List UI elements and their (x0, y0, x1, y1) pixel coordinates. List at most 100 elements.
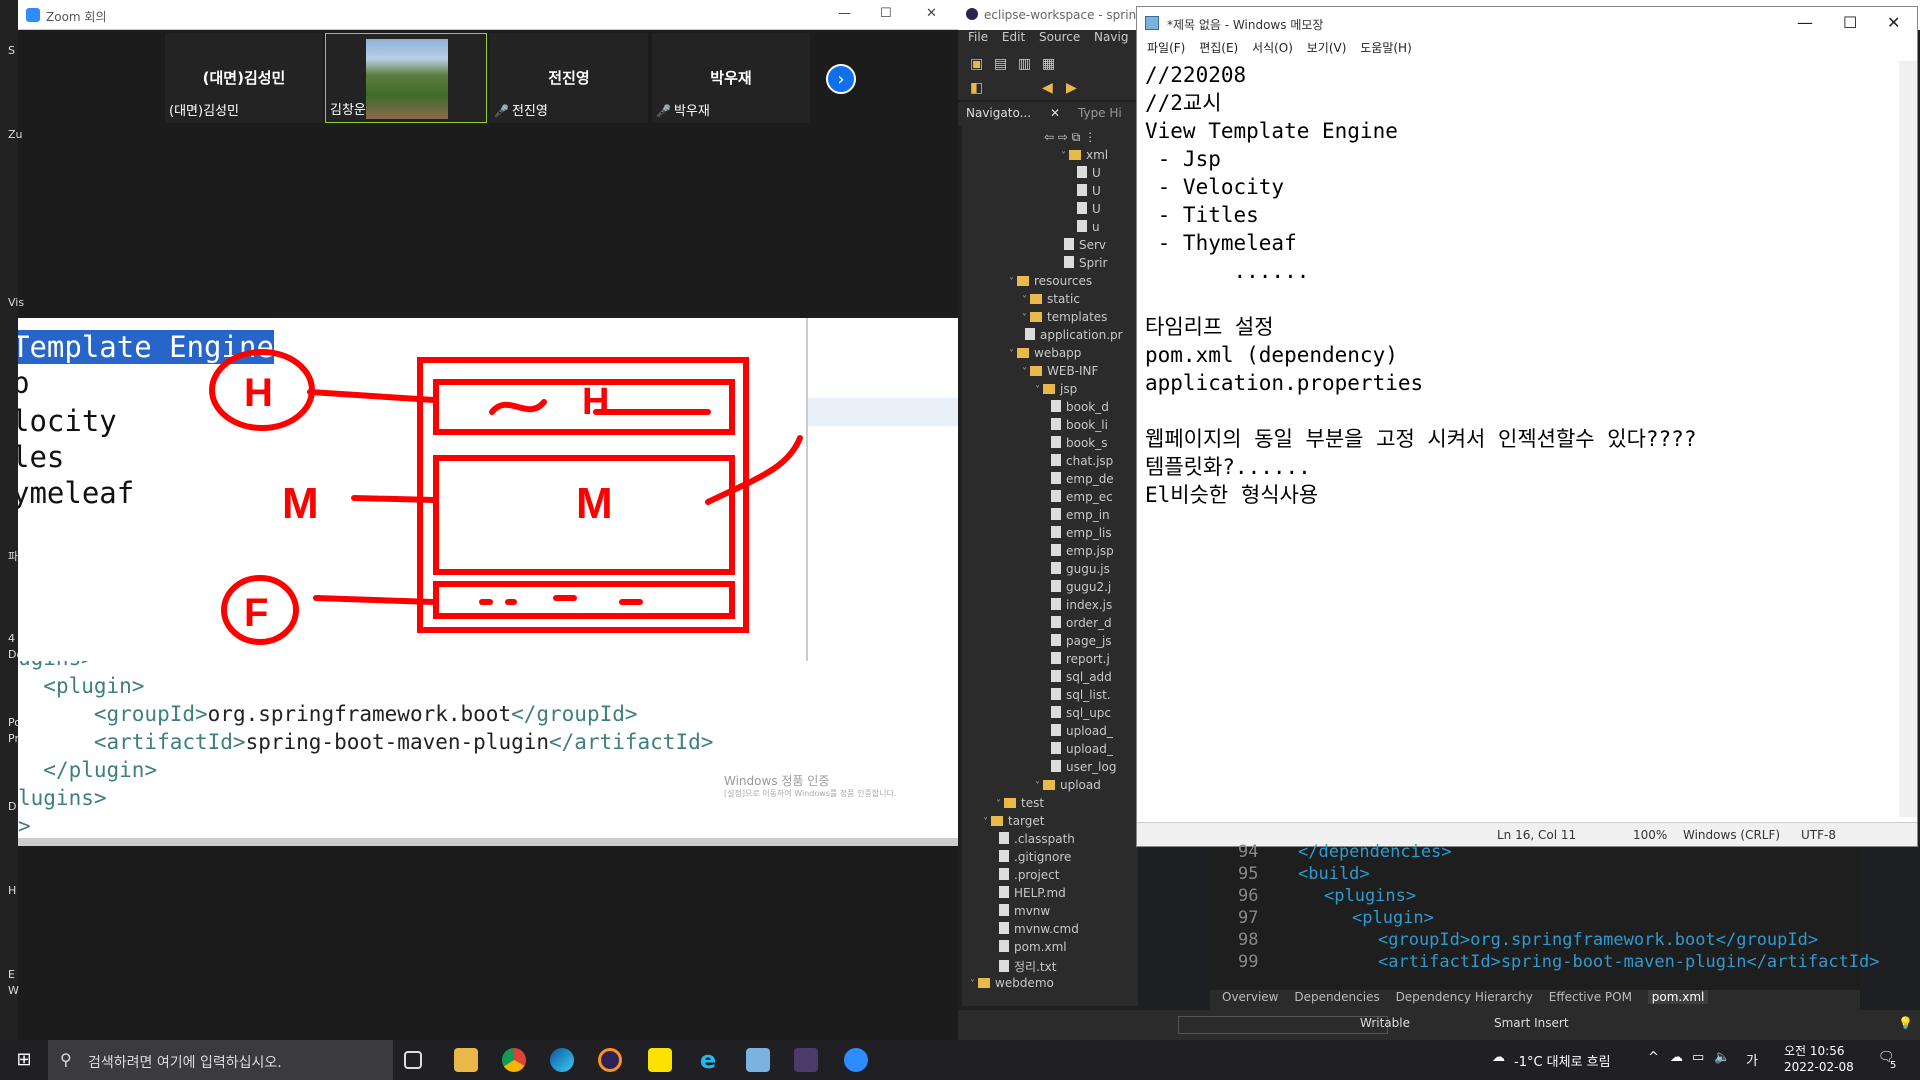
close-button[interactable]: ✕ (926, 6, 937, 21)
task-view-icon[interactable] (404, 1051, 422, 1069)
taskbar-search[interactable]: ⚲ 검색하려면 여기에 입력하십시오. (48, 1040, 393, 1080)
edge-icon[interactable] (550, 1048, 574, 1072)
chevron-down-icon[interactable]: ˅ (1035, 781, 1040, 792)
tab-dependencies[interactable]: Dependencies (1294, 990, 1379, 1004)
shared-screen-scrollbar[interactable] (18, 838, 958, 846)
tree-file[interactable]: mvnw.cmd (996, 922, 1079, 936)
tab-type-hierarchy[interactable]: Type Hi (1078, 106, 1122, 120)
network-icon[interactable]: ▭ (1692, 1050, 1704, 1065)
chevron-down-icon[interactable]: ˅ (1061, 151, 1066, 162)
weather-text[interactable]: -1°C 대체로 흐림 (1514, 1051, 1611, 1070)
tree-file[interactable]: application.pr (1022, 328, 1123, 342)
menu-source[interactable]: Source (1039, 30, 1080, 44)
tree-file[interactable]: u (1074, 220, 1100, 234)
tree-file[interactable]: sql_upc (1048, 706, 1111, 720)
save-all-icon[interactable]: ▥ (1018, 56, 1031, 72)
tree-file[interactable]: emp.jsp (1048, 544, 1114, 558)
participant-tile[interactable]: 박우재 🎤 박우재 (652, 33, 810, 123)
open-type-icon[interactable]: ◧ (970, 80, 983, 96)
maximize-button[interactable]: ☐ (1843, 13, 1857, 32)
tree-folder[interactable]: ˅ target (983, 814, 1045, 828)
tree-folder[interactable]: ˅ templates (1022, 310, 1107, 324)
tree-folder[interactable]: ˅ WEB-INF (1022, 364, 1098, 378)
windows-start-icon[interactable]: ⊞ (0, 1040, 48, 1080)
game-icon[interactable] (794, 1048, 818, 1072)
maximize-button[interactable]: ☐ (880, 6, 892, 21)
eclipse-taskbar-icon[interactable] (598, 1048, 622, 1072)
chrome-icon[interactable] (502, 1048, 526, 1072)
tree-file[interactable]: U (1074, 184, 1101, 198)
forward-arrow-icon[interactable]: ▶ (1066, 80, 1077, 96)
tree-folder[interactable]: ˅ upload (1035, 778, 1101, 792)
tree-file[interactable]: index.js (1048, 598, 1112, 612)
file-explorer-icon[interactable] (454, 1048, 478, 1072)
menu-format[interactable]: 서식(O) (1252, 41, 1293, 55)
tree-file[interactable]: .project (996, 868, 1059, 882)
run-icon[interactable]: ▦ (1042, 56, 1055, 72)
tree-folder[interactable]: ˅ test (996, 796, 1044, 810)
participant-tile-active[interactable]: 김창운 (325, 33, 487, 123)
tree-file[interactable]: gugu2.j (1048, 580, 1111, 594)
tree-file[interactable]: report.j (1048, 652, 1110, 666)
zoom-taskbar-icon[interactable] (844, 1048, 868, 1072)
tab-dependency-hierarchy[interactable]: Dependency Hierarchy (1396, 990, 1533, 1004)
notepad-scrollbar[interactable] (1899, 61, 1917, 817)
tree-file[interactable]: Sprir (1061, 256, 1107, 270)
ime-indicator[interactable]: 가 (1746, 1050, 1758, 1069)
save-icon[interactable]: ▤ (994, 56, 1007, 72)
tree-file[interactable]: sql_add (1048, 670, 1112, 684)
tree-file[interactable]: .gitignore (996, 850, 1071, 864)
tree-file[interactable]: book_li (1048, 418, 1108, 432)
menu-file[interactable]: File (968, 30, 988, 44)
internet-explorer-icon[interactable]: e (696, 1048, 720, 1072)
kakaotalk-icon[interactable] (648, 1048, 672, 1072)
menu-view[interactable]: 보기(V) (1307, 41, 1347, 55)
tab-navigator[interactable]: Navigato... (966, 106, 1031, 120)
tree-file[interactable]: emp_ec (1048, 490, 1113, 504)
close-button[interactable]: ✕ (1887, 13, 1900, 32)
tab-overview[interactable]: Overview (1222, 990, 1279, 1004)
weather-icon[interactable]: ☁ (1492, 1050, 1505, 1065)
chevron-right-icon[interactable]: › (826, 64, 856, 94)
tree-folder[interactable]: ˅ jsp (1035, 382, 1077, 396)
chevron-down-icon[interactable]: ˅ (996, 799, 1001, 810)
chevron-down-icon[interactable]: ˅ (1009, 349, 1014, 360)
tree-folder[interactable]: ˅ resources (1009, 274, 1092, 288)
tree-folder[interactable]: ˅ static (1022, 292, 1080, 306)
tree-folder[interactable]: ˅ webdemo (970, 976, 1054, 990)
chevron-up-icon[interactable]: ^ (1648, 1050, 1659, 1065)
notepad-taskbar-icon[interactable] (746, 1048, 770, 1072)
tree-file[interactable]: U (1074, 166, 1101, 180)
tree-file[interactable]: 정리.txt (996, 958, 1056, 975)
menu-file[interactable]: 파일(F) (1147, 41, 1185, 55)
new-icon[interactable]: ▣ (970, 56, 983, 72)
clock-date[interactable]: 2022-02-08 (1784, 1060, 1854, 1074)
tree-file[interactable]: upload_ (1048, 724, 1113, 738)
minimize-button[interactable]: — (838, 6, 851, 21)
menu-edit[interactable]: 편집(E) (1199, 41, 1238, 55)
tree-file[interactable]: chat.jsp (1048, 454, 1113, 468)
chevron-down-icon[interactable]: ˅ (1035, 385, 1040, 396)
tree-file[interactable]: U (1074, 202, 1101, 216)
tree-folder[interactable]: ˅ webapp (1009, 346, 1081, 360)
back-arrow-icon[interactable]: ◀ (1042, 80, 1053, 96)
tree-file[interactable]: emp_lis (1048, 526, 1112, 540)
clock-time[interactable]: 오전 10:56 (1784, 1042, 1844, 1059)
close-icon[interactable]: ✕ (1050, 106, 1060, 120)
minimize-button[interactable]: — (1797, 13, 1813, 32)
chevron-down-icon[interactable]: ˅ (983, 817, 988, 828)
tree-file[interactable]: .classpath (996, 832, 1075, 846)
chevron-down-icon[interactable]: ˅ (970, 979, 975, 990)
tree-file[interactable]: pom.xml (996, 940, 1067, 954)
chevron-down-icon[interactable]: ˅ (1022, 313, 1027, 324)
participant-tile[interactable]: (대면)김성민 (대면)김성민 (165, 33, 323, 123)
menu-navigate[interactable]: Navig (1094, 30, 1128, 44)
tree-file[interactable]: gugu.js (1048, 562, 1110, 576)
notepad-text-area[interactable]: //220208//2교시 View Template Engine - Jsp … (1145, 61, 1885, 811)
tree-file[interactable]: upload_ (1048, 742, 1113, 756)
onedrive-icon[interactable]: ☁ (1670, 1050, 1683, 1065)
tree-file[interactable]: book_s (1048, 436, 1108, 450)
tab-effective-pom[interactable]: Effective POM (1549, 990, 1632, 1004)
participant-tile[interactable]: 전진영 🎤 전진영 (490, 33, 648, 123)
tree-file[interactable]: Serv (1061, 238, 1106, 252)
